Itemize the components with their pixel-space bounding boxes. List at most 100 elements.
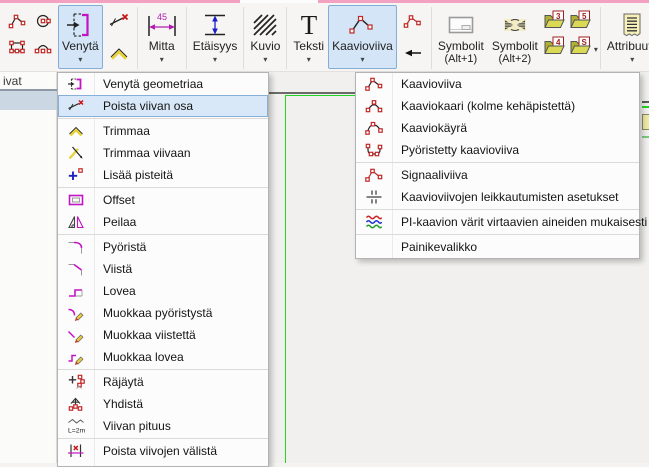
chevron-down-icon: ▾ xyxy=(263,55,267,64)
symbolit-alt2-button[interactable]: Symbolit (Alt+2) xyxy=(488,5,542,69)
polyline-tool-button[interactable] xyxy=(4,10,30,36)
chevron-down-icon: ▾ xyxy=(360,55,364,64)
pyoristetty-kaavioviiva-icon xyxy=(356,141,392,159)
trim-button[interactable] xyxy=(104,42,134,68)
menu-item[interactable]: Lovea xyxy=(58,280,268,302)
venyta-dropdown-menu: Venytä geometriaa Poista viivan osa Trimma… xyxy=(57,72,269,467)
menu-item[interactable]: Signaaliviiva xyxy=(356,164,639,186)
yhdista-icon xyxy=(58,395,94,413)
menu-item-label: Kaaviokäyrä xyxy=(392,121,467,135)
symbol-folder-5-button[interactable]: 5 xyxy=(568,9,594,35)
attribuutit-label: Attribuutit xyxy=(607,40,649,53)
teksti-label: Teksti xyxy=(293,40,324,53)
symbol-folder-s-button[interactable]: S xyxy=(568,35,594,61)
muokkaa-pyoristysta-icon xyxy=(58,304,94,322)
symbolit-alt1-sublabel: (Alt+1) xyxy=(444,53,477,65)
chevron-down-icon: ▾ xyxy=(307,55,311,64)
etaisyys-label: Etäisyys xyxy=(193,40,238,53)
kuvio-button[interactable]: Kuvio ▾ xyxy=(246,5,284,69)
kaavioviiva-button[interactable]: Kaavioviiva ▾ xyxy=(328,5,397,69)
menu-item[interactable]: Lisää pisteitä xyxy=(58,164,268,186)
menu-item[interactable]: Räjäytä xyxy=(58,371,268,393)
symbol-folder-3-button[interactable]: 3 xyxy=(542,9,568,35)
venyta-geometriaa-icon xyxy=(58,75,94,93)
menu-item[interactable]: Kaaviokäyrä xyxy=(356,117,639,139)
signal-line-button[interactable] xyxy=(398,10,428,36)
menu-separator xyxy=(58,118,268,119)
circle-tool-button[interactable] xyxy=(30,10,56,36)
menu-item[interactable]: Pyöristetty kaavioviiva xyxy=(356,139,639,161)
side-panel-selected-row[interactable] xyxy=(0,89,57,110)
diagram-line-icon xyxy=(345,9,379,40)
symbolit-alt1-button[interactable]: Symbolit (Alt+1) xyxy=(434,5,488,69)
folder-s-icon: S xyxy=(569,35,592,61)
arc-tool-icon xyxy=(34,38,52,61)
window-top-accent xyxy=(0,0,649,3)
menu-item-label: Poista viivan osa xyxy=(94,99,193,113)
toolbar-separator xyxy=(600,7,601,69)
rectangle-tool-button[interactable] xyxy=(4,36,30,62)
menu-separator xyxy=(58,234,268,235)
kaavioviiva-label: Kaavioviiva xyxy=(332,40,393,53)
symbols-bowtie-icon xyxy=(499,9,531,40)
offset-icon xyxy=(58,191,94,209)
chevron-down-icon: ▾ xyxy=(78,55,82,64)
venyta-button[interactable]: Venytä ▾ xyxy=(58,5,103,69)
menu-item[interactable]: Venytä geometriaa xyxy=(58,73,268,95)
toolbar-separator xyxy=(186,7,187,69)
menu-item[interactable]: Kaavioviivojen leikkautumisten asetukset xyxy=(356,186,639,208)
symbols-window-icon xyxy=(445,9,477,40)
lovea-icon xyxy=(58,282,94,300)
side-panel: ivat xyxy=(0,72,57,463)
rectangle-tool-icon xyxy=(8,38,26,61)
symbol-folder-4-button[interactable]: 4 xyxy=(542,35,568,61)
menu-item[interactable]: Trimmaa viivaan xyxy=(58,142,268,164)
menu-item-label: Pyöristetty kaavioviiva xyxy=(392,143,519,157)
chevron-down-icon: ▾ xyxy=(213,55,217,64)
menu-item-label: Kaavioviiva xyxy=(392,77,462,91)
side-panel-tab[interactable]: ivat xyxy=(0,72,56,88)
kaaviokayra-icon xyxy=(356,119,392,137)
mitta-label: Mitta xyxy=(149,40,175,53)
menu-item[interactable]: Muokkaa lovea xyxy=(58,346,268,368)
remove-line-part-button[interactable] xyxy=(104,10,134,36)
menu-item[interactable]: Kaaviokaari (kolme kehäpistettä) xyxy=(356,95,639,117)
signaaliviiva-icon xyxy=(356,166,392,184)
menu-item-label: Muokkaa lovea xyxy=(94,350,184,364)
menu-item[interactable]: Muokkaa viistettä xyxy=(58,324,268,346)
polyline-tool-icon xyxy=(8,12,26,35)
distance-icon xyxy=(200,9,230,40)
svg-text:45: 45 xyxy=(157,12,167,22)
menu-item[interactable]: Peilaa xyxy=(58,211,268,233)
menu-item[interactable]: Trimmaa xyxy=(58,120,268,142)
menu-item[interactable]: PI-kaavion värit virtaavien aineiden muk… xyxy=(356,211,639,233)
pyorista-icon xyxy=(58,238,94,256)
chevron-down-icon[interactable]: ▾ xyxy=(594,45,598,54)
folder-5-icon: 5 xyxy=(569,9,592,35)
folder-4-icon: 4 xyxy=(543,35,566,61)
menu-item[interactable]: Pyöristä xyxy=(58,236,268,258)
menu-item[interactable]: Painikevalikko xyxy=(356,236,639,258)
etaisyys-button[interactable]: Etäisyys ▾ xyxy=(189,5,242,69)
menu-item-label: Lovea xyxy=(94,284,136,298)
menu-item[interactable]: Viistä xyxy=(58,258,268,280)
kuvio-label: Kuvio xyxy=(250,40,280,53)
menu-item[interactable]: Muokkaa pyöristystä xyxy=(58,302,268,324)
viivan-pituus-icon: L=2m xyxy=(58,417,94,435)
quick-tools-left-group xyxy=(104,10,134,68)
kaavioviiva-icon xyxy=(356,75,392,93)
menu-item[interactable]: Offset xyxy=(58,189,268,211)
menu-item[interactable]: Poista viivojen välistä xyxy=(58,440,268,462)
menu-item-label: Venytä geometriaa xyxy=(94,77,203,91)
circle-tool-icon xyxy=(34,12,52,35)
menu-item[interactable]: Kaavioviiva xyxy=(356,73,639,95)
menu-item[interactable]: Poista viivan osa xyxy=(58,95,268,117)
menu-item-label: PI-kaavion värit virtaavien aineiden muk… xyxy=(392,215,647,229)
teksti-button[interactable]: T Teksti ▾ xyxy=(289,5,328,69)
pointer-arrow-button[interactable] xyxy=(398,42,428,68)
menu-item[interactable]: L=2mViivan pituus xyxy=(58,415,268,437)
menu-item[interactable]: Yhdistä xyxy=(58,393,268,415)
mitta-button[interactable]: 45 Mitta ▾ xyxy=(140,5,184,69)
attribuutit-button[interactable]: Attribuutit ▾ xyxy=(603,5,649,69)
arc-tool-button[interactable] xyxy=(30,36,56,62)
